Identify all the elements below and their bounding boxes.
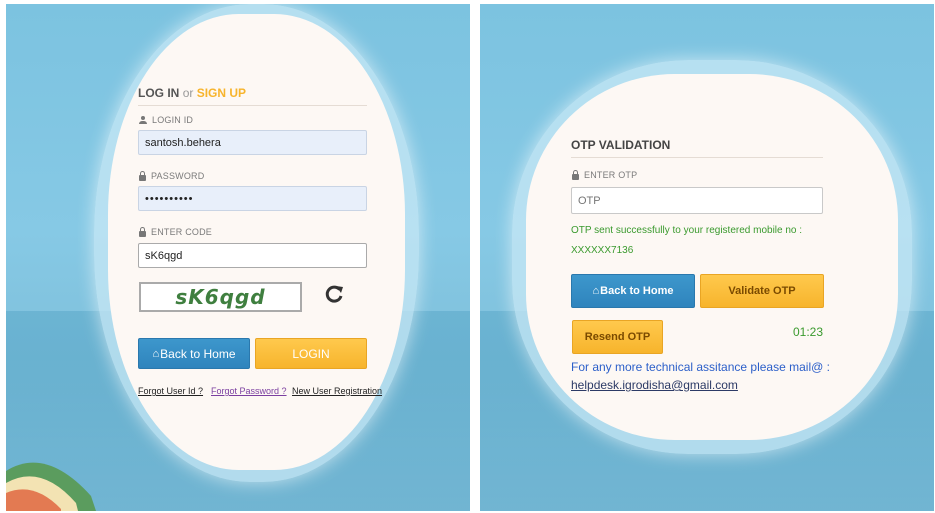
otp-panel: OTP VALIDATION ENTER OTP OTP sent succes… (480, 4, 934, 511)
login-button[interactable]: LOGIN (255, 338, 367, 369)
refresh-icon[interactable] (324, 284, 344, 304)
help-email-link[interactable]: helpdesk.igrodisha@gmail.com (571, 378, 738, 392)
resend-otp-button[interactable]: Resend OTP (572, 320, 663, 354)
login-card (108, 14, 405, 470)
otp-timer: 01:23 (793, 325, 824, 339)
otp-title: OTP VALIDATION (571, 138, 671, 152)
password-label: PASSWORD (139, 170, 204, 181)
sign-up-link[interactable]: SIGN UP (197, 86, 246, 100)
validate-otp-button[interactable]: Validate OTP (700, 274, 824, 308)
password-input[interactable]: •••••••••• (138, 186, 367, 211)
log-in-text: LOG IN (138, 86, 180, 100)
enter-otp-label: ENTER OTP (572, 169, 637, 180)
otp-title-divider (571, 157, 823, 158)
home-icon: ⌂ (152, 347, 160, 360)
home-icon: ⌂ (592, 285, 600, 297)
or-text: or (182, 86, 194, 100)
forgot-password-link[interactable]: Forgot Password ? (211, 386, 287, 396)
help-text: For any more technical assitance please … (571, 360, 830, 374)
code-input[interactable]: sK6qgd (138, 243, 367, 268)
new-user-registration-link[interactable]: New User Registration (292, 386, 382, 396)
login-id-input[interactable]: santosh.behera (138, 130, 367, 155)
login-id-label: LOGIN ID (139, 115, 193, 125)
lock-icon (139, 170, 146, 181)
lock-icon (139, 226, 146, 237)
forgot-user-id-link[interactable]: Forgot User Id ? (138, 386, 203, 396)
back-to-home-button[interactable]: ⌂ Back to Home (138, 338, 250, 369)
masked-mobile-number: XXXXXX7136 (571, 245, 634, 256)
user-icon (139, 116, 147, 124)
decorative-illustration (6, 462, 96, 511)
otp-back-to-home-button[interactable]: ⌂ Back to Home (571, 274, 695, 308)
captcha-image: sK6qgd (139, 282, 302, 312)
login-title: LOG IN or SIGN UP (138, 86, 246, 100)
otp-sent-message: OTP sent successfully to your registered… (571, 225, 803, 236)
lock-icon (572, 169, 579, 180)
otp-input[interactable] (571, 187, 823, 214)
title-divider (138, 105, 367, 106)
code-label: ENTER CODE (139, 226, 212, 237)
login-panel: LOG IN or SIGN UP LOGIN ID santosh.beher… (6, 4, 470, 511)
